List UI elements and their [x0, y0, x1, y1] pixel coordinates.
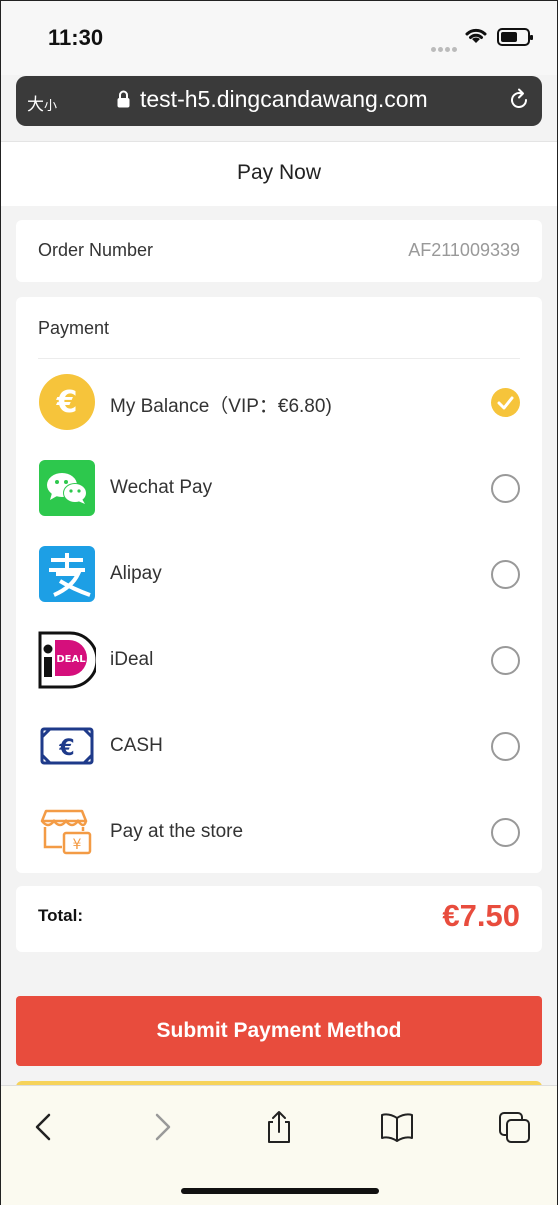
total-amount: €7.50 — [442, 898, 520, 933]
divider — [38, 358, 520, 359]
radio-checked[interactable] — [491, 388, 520, 417]
page-title: Pay Now — [236, 161, 322, 184]
payment-option-balance[interactable]: € My Balance（VIP：€6.80) — [16, 361, 542, 441]
page-header: Pay Now — [1, 141, 557, 206]
tabs-icon[interactable] — [497, 1110, 533, 1144]
browser-url-bar[interactable]: 大小 test-h5.dingcandawang.com — [16, 76, 542, 126]
status-bar: 11:30 — [1, 1, 557, 75]
svg-text:DEAL: DEAL — [56, 654, 86, 665]
payment-option-label: iDeal — [110, 649, 154, 670]
text-size-button[interactable]: 大小 — [27, 90, 57, 115]
svg-text:€: € — [56, 385, 78, 420]
radio-unchecked[interactable] — [491, 732, 520, 761]
payment-card: Payment € My Balance（VIP：€6.80) Wechat P… — [16, 297, 542, 873]
payment-option-wechat[interactable]: Wechat Pay — [16, 447, 542, 527]
payment-option-label: Alipay — [110, 563, 162, 584]
euro-coin-icon: € — [39, 374, 95, 430]
payment-option-ideal[interactable]: DEAL iDeal — [16, 619, 542, 699]
total-card: Total: €7.50 — [16, 886, 542, 952]
radio-unchecked[interactable] — [491, 646, 520, 675]
svg-text:€: € — [58, 736, 74, 761]
check-icon — [497, 396, 514, 410]
payment-option-label: Pay at the store — [110, 821, 244, 842]
payment-option-label: Wechat Pay — [110, 477, 213, 498]
wifi-icon — [465, 28, 487, 43]
store-icon: ¥ — [40, 809, 92, 855]
order-number-label: Order Number — [38, 240, 154, 260]
payment-option-store[interactable]: ¥ Pay at the store — [16, 791, 542, 871]
cash-icon: € — [40, 727, 94, 765]
text-size-small-glyph: 小 — [44, 99, 58, 114]
order-number-value: AF211009339 — [408, 240, 520, 260]
radio-unchecked[interactable] — [491, 818, 520, 847]
radio-unchecked[interactable] — [491, 474, 520, 503]
text-size-big-glyph: 大 — [27, 95, 44, 115]
lock-icon — [117, 90, 130, 108]
status-time: 11:30 — [48, 25, 104, 50]
payment-option-alipay[interactable]: Alipay — [16, 533, 542, 613]
cellular-signal-icon — [431, 39, 461, 52]
payment-option-cash[interactable]: € CASH — [16, 705, 542, 785]
wechat-icon — [39, 460, 95, 516]
order-number-card: Order Number AF211009339 — [16, 220, 542, 282]
svg-text:¥: ¥ — [73, 837, 82, 853]
ideal-icon: DEAL — [38, 631, 96, 689]
total-label: Total: — [38, 906, 84, 925]
forward-icon[interactable] — [145, 1110, 181, 1144]
home-indicator — [181, 1188, 379, 1194]
browser-toolbar — [1, 1085, 557, 1205]
payment-heading: Payment — [38, 318, 110, 338]
payment-option-label: My Balance（VIP：€6.80) — [110, 396, 332, 417]
radio-unchecked[interactable] — [491, 560, 520, 589]
back-icon[interactable] — [25, 1110, 61, 1144]
reload-icon[interactable] — [507, 88, 531, 112]
bookmarks-icon[interactable] — [379, 1110, 415, 1144]
share-icon[interactable] — [261, 1110, 297, 1144]
url-text[interactable]: test-h5.dingcandawang.com — [140, 86, 428, 113]
submit-payment-button[interactable]: Submit Payment Method — [16, 996, 542, 1066]
payment-option-label: CASH — [110, 735, 163, 756]
battery-icon — [497, 28, 533, 46]
alipay-icon — [39, 546, 95, 602]
